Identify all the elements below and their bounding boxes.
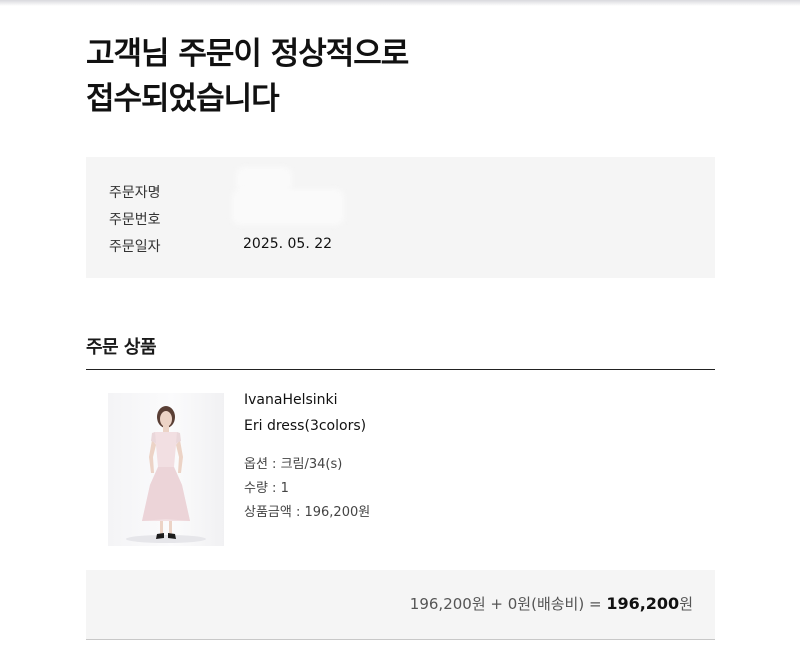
shipping-fee: 0원(배송비) [507,595,585,613]
page-title-line1: 고객님 주문이 정상적으로 [86,36,409,72]
order-date-value: 2025. 05. 22 [243,236,333,252]
product-price: 상품금액 : 196,200원 [244,505,371,520]
product-image[interactable] [108,393,224,546]
order-total-panel: 196,200원 + 0원(배송비) = 196,200원 [86,570,715,640]
equals-sign: = [584,595,607,613]
section-title-order-products: 주문 상품 [86,337,157,358]
order-info-panel: 주문자명 주문번호 주문일자 2025. 05. 22 [86,157,715,278]
plus-sign: + [485,595,508,613]
page-title: 고객님 주문이 정상적으로 접수되었습니다 [86,32,726,122]
order-date-label: 주문일자 [109,239,161,255]
final-amount-unit: 원 [679,595,693,613]
order-total-line: 196,200원 + 0원(배송비) = 196,200원 [410,593,693,614]
product-option: 옵션 : 크림/34(s) [244,457,343,472]
product-brand: IvanaHelsinki [244,392,338,408]
dress-model-illustration [126,406,206,543]
final-amount: 196,200 [606,594,680,613]
product-total-amount: 196,200원 [409,595,486,613]
product-name[interactable]: Eri dress(3colors) [244,418,366,434]
redacted-order-number [232,189,344,225]
order-number-label: 주문번호 [109,212,161,228]
section-divider [86,369,715,370]
product-quantity: 수량 : 1 [244,481,289,496]
orderer-label: 주문자명 [109,185,161,201]
top-shadow [0,0,800,6]
page-title-line2: 접수되었습니다 [86,81,280,117]
